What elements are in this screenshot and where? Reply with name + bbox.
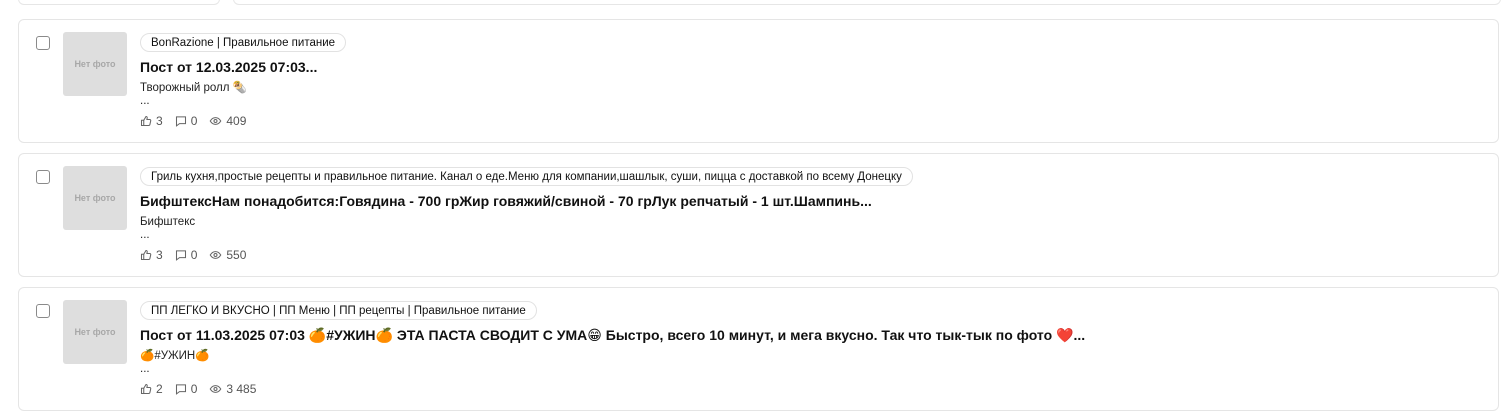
post-thumbnail: Нет фото xyxy=(63,300,127,364)
post-title[interactable]: Пост от 11.03.2025 07:03 🍊#УЖИН🍊 ЭТА ПАС… xyxy=(140,326,1478,344)
comments-count: 0 xyxy=(190,114,198,128)
top-panel-fragment-right xyxy=(233,0,1501,5)
eye-icon xyxy=(210,385,222,393)
select-checkbox[interactable] xyxy=(36,304,50,318)
post-title[interactable]: Пост от 12.03.2025 07:03... xyxy=(140,58,1478,76)
post-card[interactable]: Нет фото ПП ЛЕГКО И ВКУСНО | ПП Меню | П… xyxy=(18,287,1499,411)
likes-count: 3 xyxy=(156,114,163,128)
likes-count: 3 xyxy=(156,248,163,262)
likes-stat: 2 xyxy=(140,382,163,396)
comment-icon xyxy=(175,116,186,127)
comments-stat: 0 xyxy=(175,114,198,128)
likes-stat: 3 xyxy=(140,248,163,262)
eye-icon xyxy=(210,117,222,125)
top-panel-fragment-left xyxy=(18,0,220,5)
post-card[interactable]: Нет фото Гриль кухня,простые рецепты и п… xyxy=(18,153,1499,277)
no-photo-text: Нет фото xyxy=(74,59,116,69)
views-stat: 3 485 xyxy=(209,382,256,396)
no-photo-text: Нет фото xyxy=(74,327,116,337)
post-thumbnail: Нет фото xyxy=(63,166,127,230)
comments-stat: 0 xyxy=(175,382,198,396)
channel-badge[interactable]: Гриль кухня,простые рецепты и правильное… xyxy=(140,167,913,186)
post-snippet: Бифштекс xyxy=(140,216,196,228)
post-card[interactable]: Нет фото BonRazione | Правильное питание… xyxy=(18,19,1499,143)
comment-icon xyxy=(175,384,186,395)
post-list-page: Нет фото BonRazione | Правильное питание… xyxy=(0,0,1511,417)
post-stats: 3 0 550 xyxy=(140,247,1478,263)
comments-count: 0 xyxy=(190,382,198,396)
comment-icon xyxy=(175,250,186,261)
views-count: 3 485 xyxy=(226,382,257,396)
post-snippet: Творожный ролл 🌯 xyxy=(140,82,247,94)
thumbs-up-icon xyxy=(140,383,152,395)
no-photo-text: Нет фото xyxy=(74,193,116,203)
views-stat: 550 xyxy=(209,248,246,262)
post-title[interactable]: БифштексНам понадобится:Говядина - 700 г… xyxy=(140,192,1478,210)
views-count: 409 xyxy=(226,114,247,128)
snippet-ellipsis: ... xyxy=(140,229,150,241)
snippet-ellipsis: ... xyxy=(140,95,150,107)
post-thumbnail: Нет фото xyxy=(63,32,127,96)
post-content: ПП ЛЕГКО И ВКУСНО | ПП Меню | ПП рецепты… xyxy=(140,301,1478,397)
channel-badge[interactable]: ПП ЛЕГКО И ВКУСНО | ПП Меню | ПП рецепты… xyxy=(140,301,537,320)
comments-count: 0 xyxy=(190,248,198,262)
select-checkbox[interactable] xyxy=(36,36,50,50)
likes-stat: 3 xyxy=(140,114,163,128)
comments-stat: 0 xyxy=(175,248,198,262)
post-stats: 2 0 3 485 xyxy=(140,381,1478,397)
post-content: Гриль кухня,простые рецепты и правильное… xyxy=(140,167,1478,263)
post-stats: 3 0 409 xyxy=(140,113,1478,129)
views-count: 550 xyxy=(226,248,247,262)
snippet-ellipsis: ... xyxy=(140,363,150,375)
thumbs-up-icon xyxy=(140,249,152,261)
thumbs-up-icon xyxy=(140,115,152,127)
eye-icon xyxy=(210,251,222,259)
views-stat: 409 xyxy=(209,114,246,128)
channel-badge[interactable]: BonRazione | Правильное питание xyxy=(140,33,347,52)
post-content: BonRazione | Правильное питание Пост от … xyxy=(140,33,1478,129)
likes-count: 2 xyxy=(156,382,163,396)
select-checkbox[interactable] xyxy=(36,170,50,184)
post-snippet: 🍊#УЖИН🍊 xyxy=(140,350,210,362)
